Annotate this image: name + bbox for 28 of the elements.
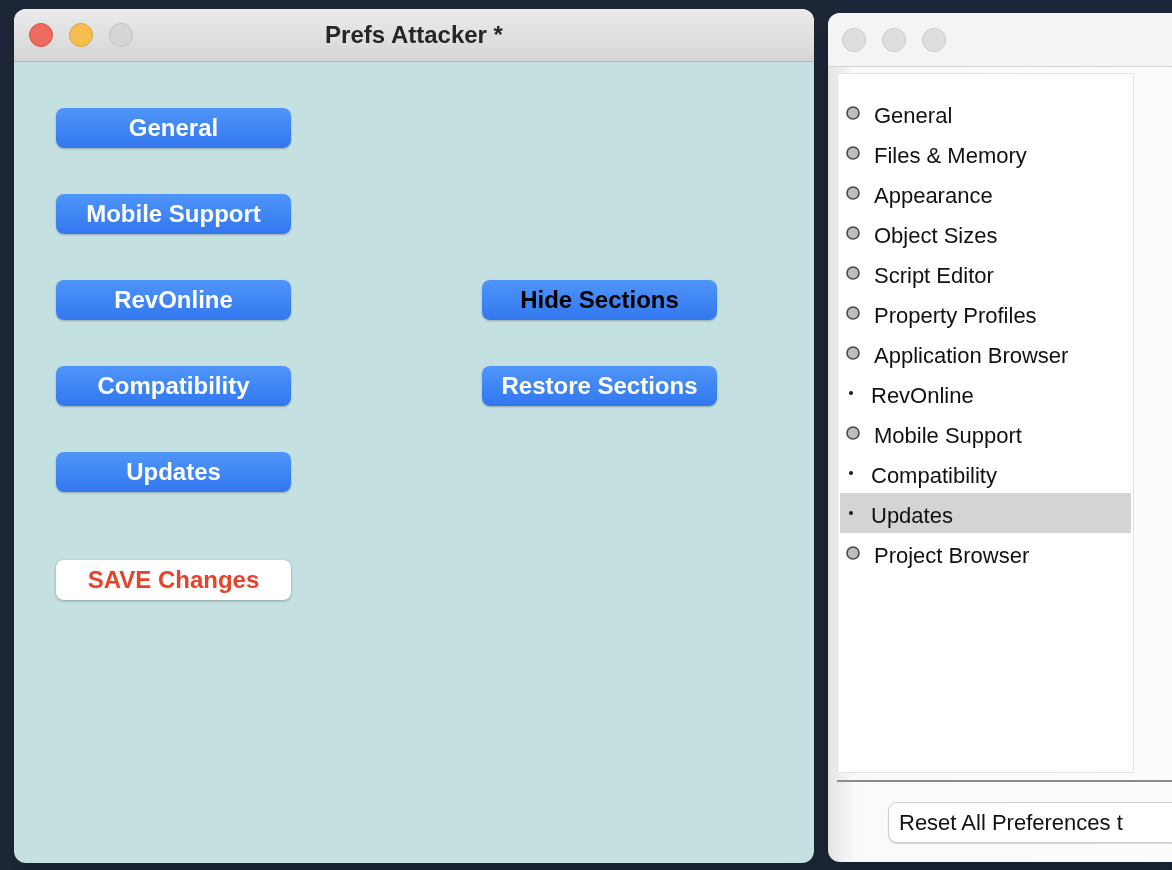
circle-bullet-icon bbox=[846, 306, 860, 320]
circle-bullet-icon bbox=[846, 106, 860, 120]
section-list-item[interactable]: Updates bbox=[840, 493, 1131, 533]
circle-bullet-icon bbox=[846, 226, 860, 240]
circle-bullet-icon bbox=[846, 146, 860, 160]
section-action-button[interactable]: Hide Sections bbox=[482, 280, 717, 320]
minimize-button[interactable] bbox=[69, 23, 93, 47]
circle-bullet-icon bbox=[846, 186, 860, 200]
section-button[interactable]: Updates bbox=[56, 452, 291, 492]
section-button[interactable]: RevOnline bbox=[56, 280, 291, 320]
dot-bullet-icon bbox=[849, 511, 853, 515]
minimize-button[interactable] bbox=[882, 27, 906, 52]
zoom-button[interactable] bbox=[922, 27, 946, 52]
dot-bullet-icon bbox=[849, 471, 853, 475]
section-action-button[interactable]: Restore Sections bbox=[482, 366, 717, 406]
close-button[interactable] bbox=[29, 23, 53, 47]
dot-bullet-icon bbox=[849, 391, 853, 395]
circle-bullet-icon bbox=[846, 266, 860, 280]
circle-bullet-icon bbox=[846, 546, 860, 560]
section-button[interactable]: Compatibility bbox=[56, 366, 291, 406]
save-button[interactable]: SAVE Changes bbox=[56, 560, 291, 600]
section-button[interactable]: General bbox=[56, 108, 291, 148]
reset-preferences-button[interactable]: Reset All Preferences t bbox=[888, 802, 1172, 843]
window-title: Prefs Attacker * bbox=[325, 20, 503, 50]
section-button[interactable]: Mobile Support bbox=[56, 194, 291, 234]
close-button[interactable] bbox=[842, 27, 866, 52]
circle-bullet-icon bbox=[846, 346, 860, 360]
circle-bullet-icon bbox=[846, 426, 860, 440]
